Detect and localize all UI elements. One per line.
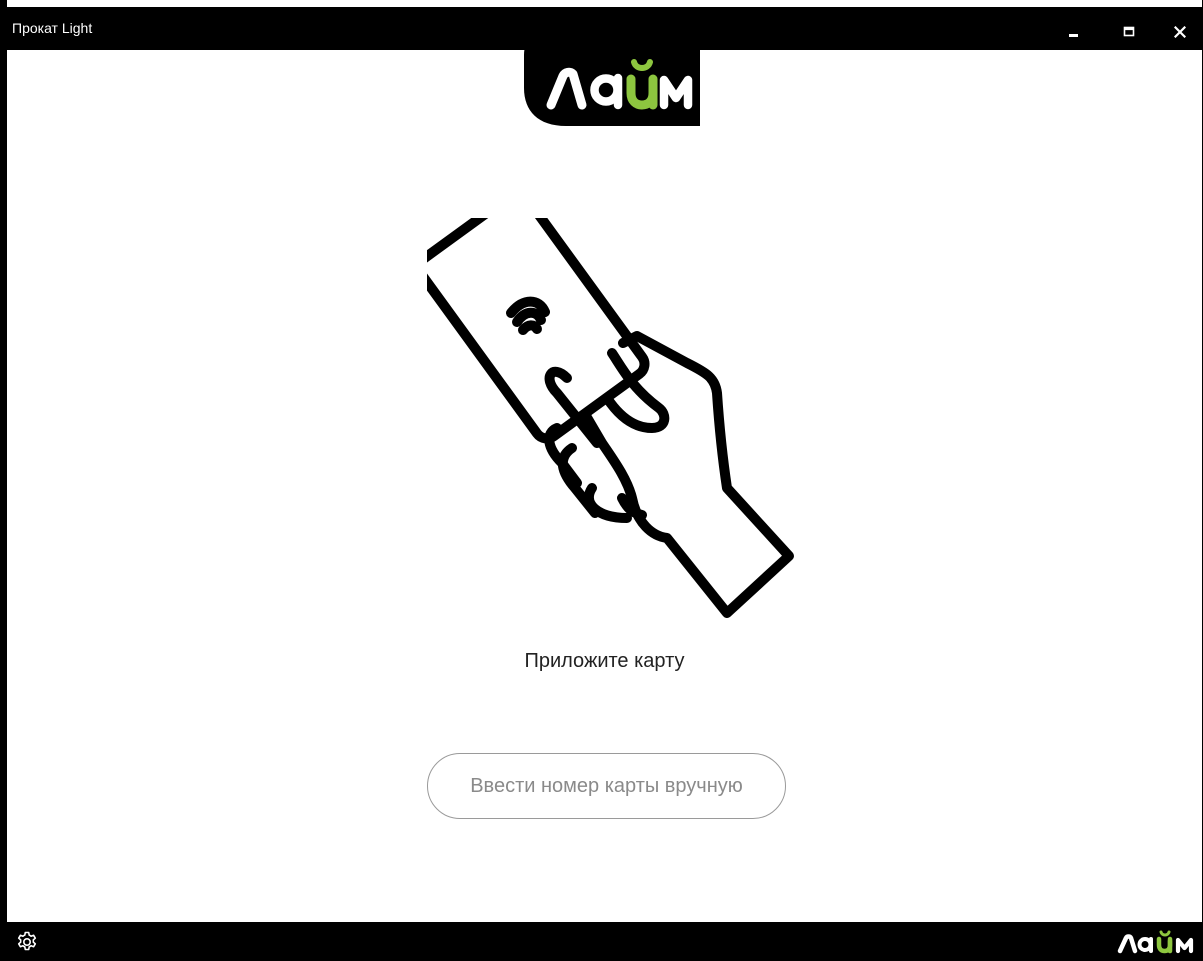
minimize-button[interactable] (1049, 14, 1099, 50)
footer-bar (7, 922, 1202, 961)
maximize-icon (1123, 26, 1135, 37)
app-window: Прокат Light Приложите карту Ввести номе… (0, 0, 1203, 961)
hand-tap-card-icon (427, 218, 794, 618)
brand-logo (524, 43, 700, 126)
tap-card-prompt: Приложите карту (524, 650, 685, 672)
close-icon (1174, 26, 1186, 38)
minimize-icon (1069, 34, 1078, 37)
footer-brand-logo (1117, 930, 1194, 954)
close-button[interactable] (1155, 14, 1203, 50)
window-title: Прокат Light (12, 20, 93, 36)
manual-card-entry-button[interactable]: Ввести номер карты вручную (427, 753, 786, 819)
maximize-button[interactable] (1104, 14, 1154, 50)
gear-icon[interactable] (15, 930, 39, 954)
